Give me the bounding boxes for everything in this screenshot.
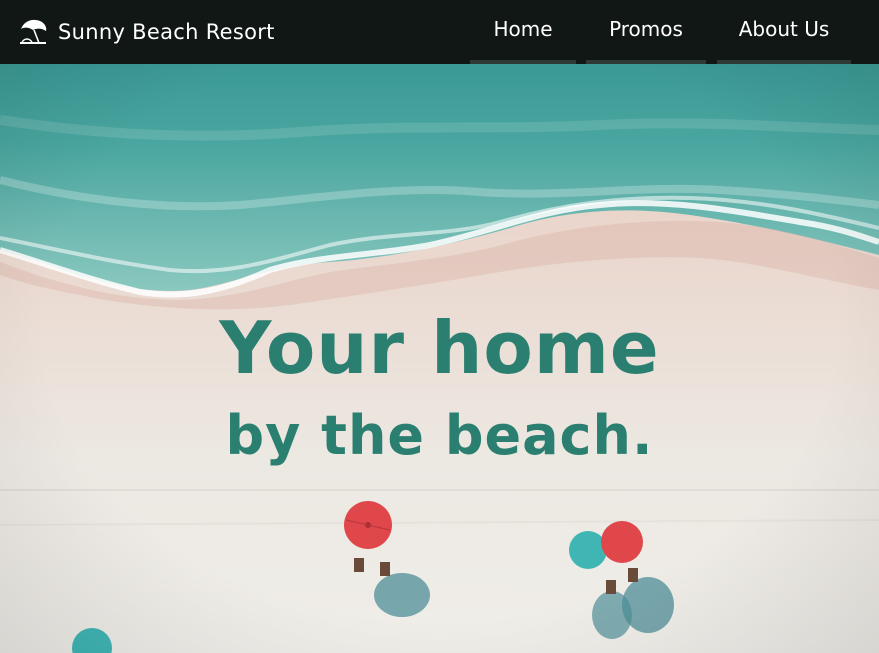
hero-headline: Your home by the beach. xyxy=(0,300,879,472)
hero-headline-line-2: by the beach. xyxy=(225,404,654,467)
nav-link-about-us-underline xyxy=(717,60,851,64)
nav-link-home-label: Home xyxy=(493,17,553,41)
nav-link-promos-label: Promos xyxy=(609,17,683,41)
nav-links: Home Promos About Us xyxy=(0,0,879,64)
nav-link-about-us[interactable]: About Us xyxy=(717,0,851,64)
nav-link-about-us-label: About Us xyxy=(738,17,830,41)
navbar: Sunny Beach Resort Home Promos About Us xyxy=(0,0,879,64)
nav-link-home[interactable]: Home xyxy=(470,0,576,64)
hero-headline-line-1: Your home xyxy=(219,306,660,390)
nav-link-promos-underline xyxy=(586,60,706,64)
landing-page: Sunny Beach Resort Home Promos About Us … xyxy=(0,0,879,653)
nav-link-home-underline xyxy=(470,60,576,64)
nav-link-promos[interactable]: Promos xyxy=(586,0,706,64)
